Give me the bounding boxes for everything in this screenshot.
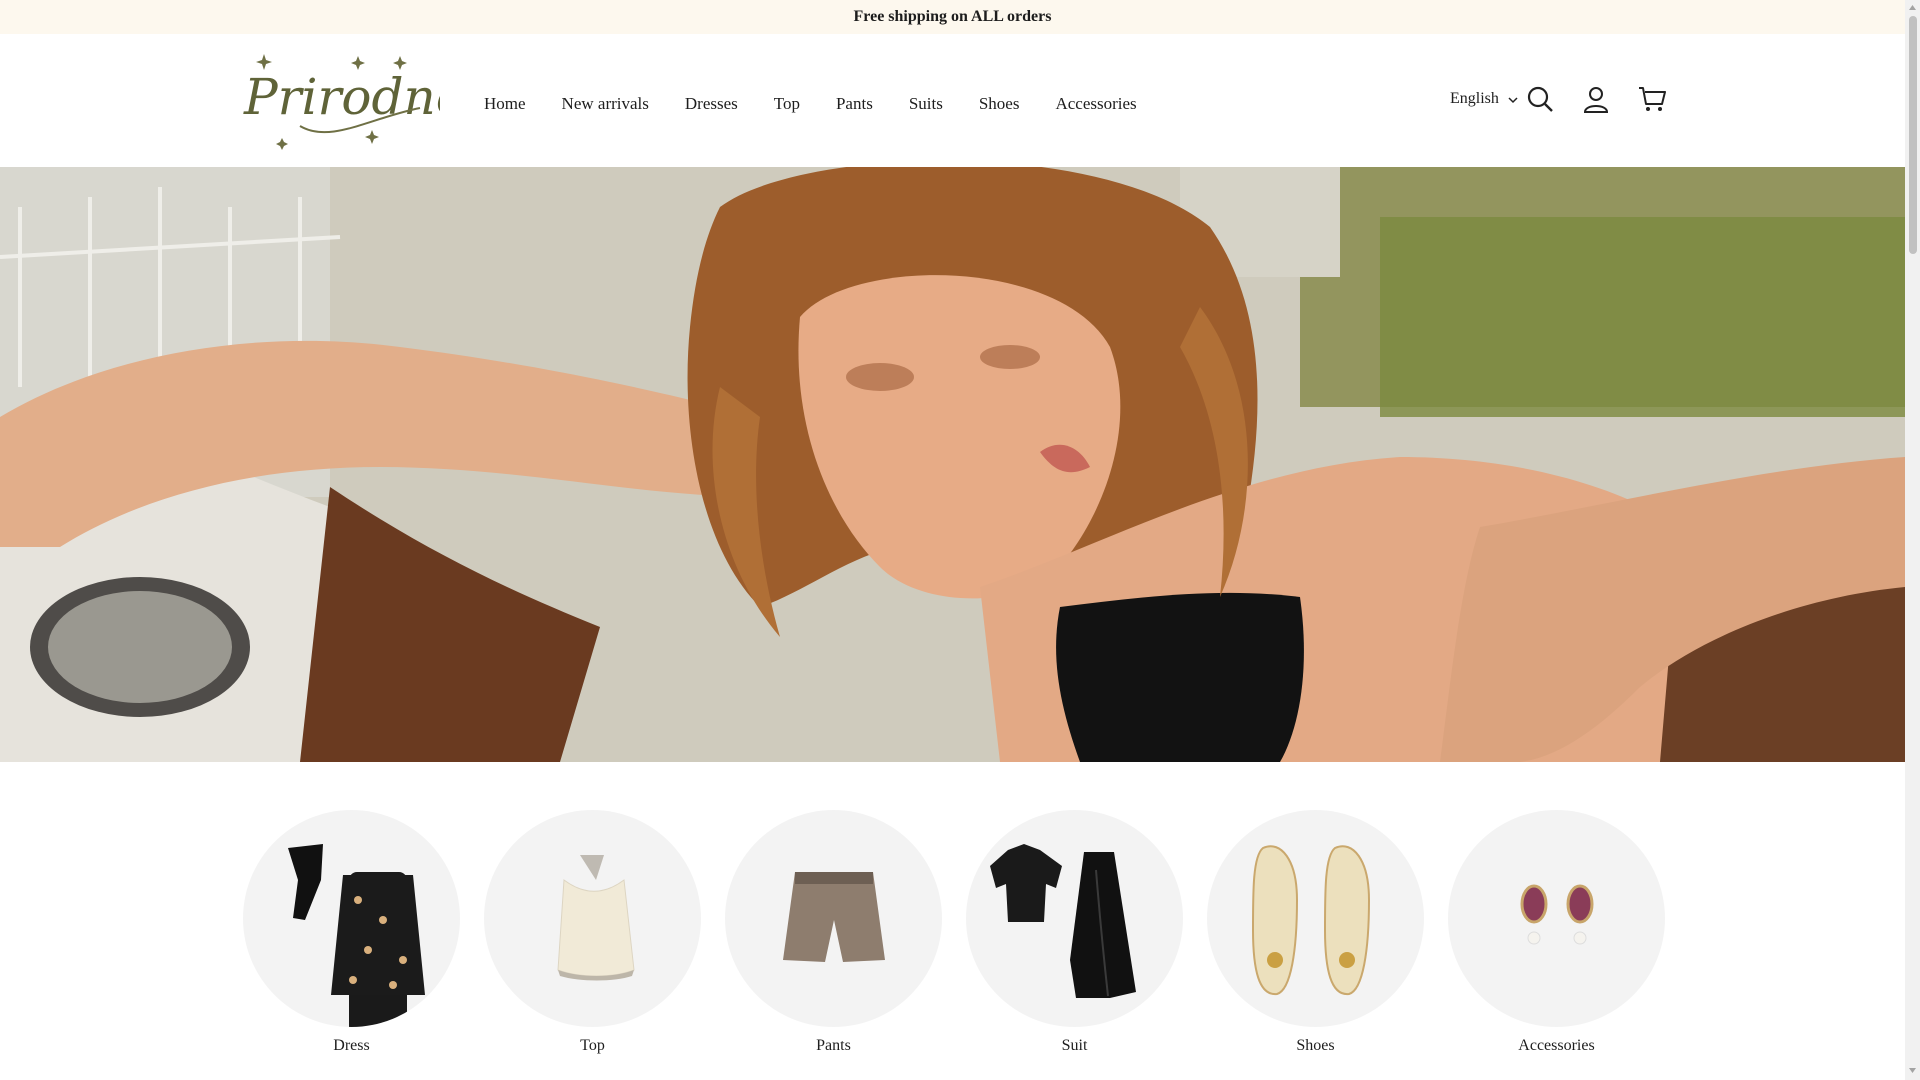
nav-home[interactable]: Home <box>484 88 526 120</box>
announcement-text: Free shipping on ALL orders <box>853 8 1052 25</box>
main-nav: Home New arrivals Dresses Top Pants Suit… <box>484 88 1173 120</box>
category-image <box>1448 810 1665 1027</box>
announcement-bar: Free shipping on ALL orders <box>0 0 1905 34</box>
cart-icon[interactable] <box>1637 84 1667 114</box>
scroll-down-icon[interactable] <box>1908 1066 1917 1075</box>
header-tools: English <box>1450 84 1667 114</box>
category-top[interactable]: Top <box>484 810 701 1055</box>
nav-shoes[interactable]: Shoes <box>979 88 1020 120</box>
nav-suits[interactable]: Suits <box>909 88 943 120</box>
scrollbar-thumb[interactable] <box>1909 16 1917 254</box>
category-label: Dress <box>333 1037 370 1054</box>
nav-accessories[interactable]: Accessories <box>1055 88 1136 120</box>
nav-top[interactable]: Top <box>774 88 800 120</box>
category-image <box>243 810 460 1027</box>
hero-banner[interactable] <box>0 167 1905 762</box>
brand-logo[interactable]: Prirodne <box>240 48 465 152</box>
category-suit[interactable]: Suit <box>966 810 1183 1055</box>
category-pants[interactable]: Pants <box>725 810 942 1055</box>
hero-image <box>0 167 1905 762</box>
category-label: Accessories <box>1518 1037 1595 1054</box>
category-image <box>725 810 942 1027</box>
search-icon[interactable] <box>1525 84 1555 114</box>
category-image <box>1207 810 1424 1027</box>
category-label: Top <box>580 1037 605 1054</box>
category-row: Dress Top Pants Suit Shoes Accessories <box>243 810 1689 1055</box>
nav-dresses[interactable]: Dresses <box>685 88 738 120</box>
category-image <box>484 810 701 1027</box>
category-label: Suit <box>1061 1037 1088 1054</box>
account-icon[interactable] <box>1581 84 1611 114</box>
language-selector[interactable]: English <box>1450 90 1519 108</box>
category-label: Shoes <box>1296 1037 1335 1054</box>
scroll-up-icon[interactable] <box>1908 3 1917 12</box>
site-header: Prirodne Home New arrivals Dresses Top P… <box>0 34 1905 167</box>
brand-name: Prirodne <box>243 68 440 126</box>
category-dress[interactable]: Dress <box>243 810 460 1055</box>
category-image <box>966 810 1183 1027</box>
category-shoes[interactable]: Shoes <box>1207 810 1424 1055</box>
chevron-down-icon <box>1507 93 1519 105</box>
nav-pants[interactable]: Pants <box>836 88 873 120</box>
category-accessories[interactable]: Accessories <box>1448 810 1665 1055</box>
category-label: Pants <box>816 1037 851 1054</box>
page-scrollbar[interactable] <box>1905 0 1920 1080</box>
language-label: English <box>1450 90 1499 107</box>
nav-new-arrivals[interactable]: New arrivals <box>562 88 649 120</box>
